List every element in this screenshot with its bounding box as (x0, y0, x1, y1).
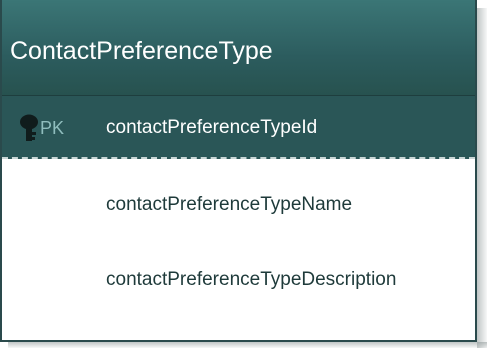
primary-key-row[interactable]: PK contactPreferenceTypeId (2, 96, 475, 159)
entity-header[interactable]: ContactPreferenceType (2, 0, 475, 96)
entity-shadow-bottom (8, 342, 487, 348)
attribute-name[interactable]: contactPreferenceTypeName (106, 190, 466, 220)
pk-badge: PK (40, 118, 65, 138)
key-icon (20, 114, 38, 141)
primary-key-attribute[interactable]: contactPreferenceTypeId (106, 116, 317, 140)
entity-box[interactable]: ContactPreferenceType PK contactPreferen… (0, 0, 477, 342)
entity-title: ContactPreferenceType (10, 37, 273, 65)
entity-shadow-right (477, 8, 487, 348)
attribute-description[interactable]: contactPreferenceTypeDescription (106, 265, 462, 295)
